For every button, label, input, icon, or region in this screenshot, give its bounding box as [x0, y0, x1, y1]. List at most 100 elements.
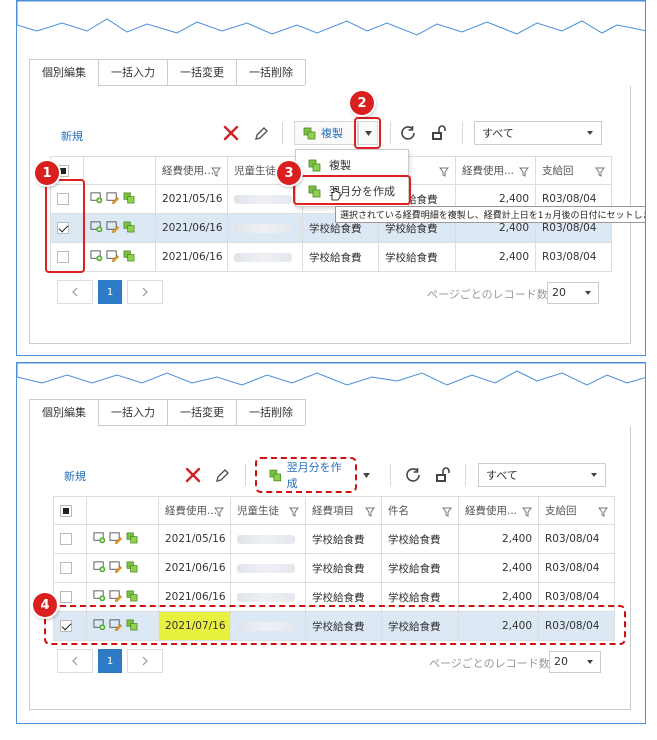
copy-dropdown-toggle[interactable]: [358, 463, 374, 487]
payment-round-cell: R03/08/04: [538, 524, 615, 554]
column-header[interactable]: 経費項目: [305, 496, 382, 525]
expense-item-cell: 学校給食費: [305, 524, 382, 554]
filter-icon[interactable]: [365, 507, 375, 517]
amount-cell: 2,400: [455, 242, 536, 272]
row-copy-icon[interactable]: [126, 531, 138, 544]
column-header-label: 経費使用...: [465, 505, 518, 517]
filter-icon[interactable]: [522, 507, 532, 517]
chevron-left-icon: [72, 656, 78, 666]
row-checkbox[interactable]: [60, 533, 72, 545]
payment-round-cell: R03/08/04: [538, 553, 615, 583]
filter-icon[interactable]: [598, 507, 608, 517]
tab-bulk-delete[interactable]: 一括削除: [236, 399, 306, 425]
column-header[interactable]: 件名: [381, 496, 459, 525]
row-actions-cell: [86, 553, 159, 583]
row-copy-icon[interactable]: [123, 191, 135, 204]
column-header[interactable]: 経費使用...: [155, 156, 228, 185]
prev-page-button[interactable]: [57, 280, 93, 304]
column-header[interactable]: 経費使用...: [158, 496, 231, 525]
row-add-icon[interactable]: [90, 191, 103, 204]
row-copy-icon[interactable]: [126, 560, 138, 573]
row-add-icon[interactable]: [93, 560, 106, 573]
next-page-button[interactable]: [127, 280, 163, 304]
tab-bulk-input[interactable]: 一括入力: [98, 399, 168, 425]
tab-bulk-change[interactable]: 一括変更: [167, 399, 237, 425]
tab-bulk-input[interactable]: 一括入力: [98, 59, 168, 85]
filter-icon[interactable]: [214, 507, 224, 517]
unlock-icon[interactable]: [431, 125, 447, 141]
filter-icon[interactable]: [439, 167, 449, 177]
unlock-icon[interactable]: [435, 467, 451, 483]
row-copy-icon[interactable]: [123, 220, 135, 233]
new-link[interactable]: 新規: [64, 468, 86, 484]
toolbar-separator: [390, 464, 391, 486]
refresh-icon[interactable]: [400, 125, 416, 141]
toolbar-separator: [390, 122, 391, 144]
filter-select[interactable]: すべて: [474, 121, 602, 145]
row-edit-icon[interactable]: [106, 220, 120, 234]
chevron-right-icon: [142, 287, 148, 297]
row-edit-icon[interactable]: [106, 249, 120, 262]
row-select-cell[interactable]: [53, 524, 87, 554]
filter-icon[interactable]: [289, 507, 299, 517]
column-header[interactable]: 経費使用...: [455, 156, 536, 185]
edit-pencil-icon[interactable]: [253, 125, 269, 141]
table-row[interactable]: 2021/05/16 学校給食費 学校給食費 2,400 R03/08/04: [53, 524, 615, 554]
step-badge-1: 1: [35, 161, 59, 185]
records-per-page-label: ページごとのレコード数: [427, 288, 548, 301]
page-number-button[interactable]: 1: [98, 649, 122, 673]
filter-icon[interactable]: [595, 167, 605, 177]
tab-individual-edit[interactable]: 個別編集: [29, 59, 99, 87]
page-number-button[interactable]: 1: [98, 280, 122, 304]
row-copy-icon[interactable]: [123, 249, 135, 262]
filter-select[interactable]: すべて: [478, 463, 606, 487]
records-per-page-select[interactable]: 20: [547, 282, 599, 304]
column-header[interactable]: 支給回: [535, 156, 612, 185]
pagination: 1: [57, 649, 163, 673]
row-add-icon[interactable]: [93, 589, 106, 602]
table-row[interactable]: 2021/06/16 学校給食費 学校給食費 2,400 R03/08/04: [50, 242, 612, 272]
column-header[interactable]: 経費使用...: [458, 496, 539, 525]
row-add-icon[interactable]: [90, 220, 103, 233]
row-edit-icon[interactable]: [109, 560, 123, 573]
prev-page-button[interactable]: [57, 649, 93, 673]
row-checkbox[interactable]: [60, 591, 72, 603]
records-per-page-select[interactable]: 20: [549, 651, 601, 673]
column-header[interactable]: 支給回: [538, 496, 615, 525]
row-edit-icon[interactable]: [109, 531, 123, 544]
row-actions-cell: [83, 184, 156, 214]
row-checkbox[interactable]: [60, 562, 72, 574]
new-link[interactable]: 新規: [61, 128, 83, 144]
column-header[interactable]: 児童生徒: [230, 496, 306, 525]
tab-individual-edit[interactable]: 個別編集: [29, 399, 99, 427]
filter-icon[interactable]: [211, 167, 221, 177]
row-edit-icon[interactable]: [106, 191, 120, 205]
copy-button[interactable]: 複製: [294, 121, 358, 145]
row-select-cell[interactable]: [53, 553, 87, 583]
column-header-label: 件名: [388, 505, 409, 517]
filter-icon[interactable]: [519, 167, 529, 177]
column-header-label: 支給回: [545, 505, 577, 517]
row-edit-icon[interactable]: [109, 589, 123, 602]
select-all-checkbox[interactable]: [60, 504, 72, 517]
refresh-icon[interactable]: [405, 467, 421, 483]
chevron-left-icon: [72, 287, 78, 297]
row-add-icon[interactable]: [93, 531, 106, 544]
amount-cell: 2,400: [458, 553, 539, 583]
date-cell: 2021/06/16: [155, 213, 228, 243]
row-add-icon[interactable]: [90, 249, 103, 262]
filter-icon[interactable]: [442, 507, 452, 517]
tab-bulk-delete[interactable]: 一括削除: [236, 59, 306, 85]
step-badge-2: 2: [350, 91, 374, 115]
table-row[interactable]: 2021/06/16 学校給食費 学校給食費 2,400 R03/08/04: [53, 553, 615, 583]
delete-x-icon[interactable]: [185, 467, 201, 483]
row-copy-icon[interactable]: [126, 589, 138, 602]
masked-student-name: [237, 563, 295, 573]
tab-bulk-change[interactable]: 一括変更: [167, 59, 237, 85]
next-page-button[interactable]: [127, 649, 163, 673]
select-all-cell[interactable]: [53, 496, 87, 525]
menu-item-label: 複製: [329, 159, 351, 172]
delete-x-icon[interactable]: [223, 125, 239, 141]
edit-pencil-icon[interactable]: [214, 467, 230, 483]
student-cell: [227, 184, 303, 214]
